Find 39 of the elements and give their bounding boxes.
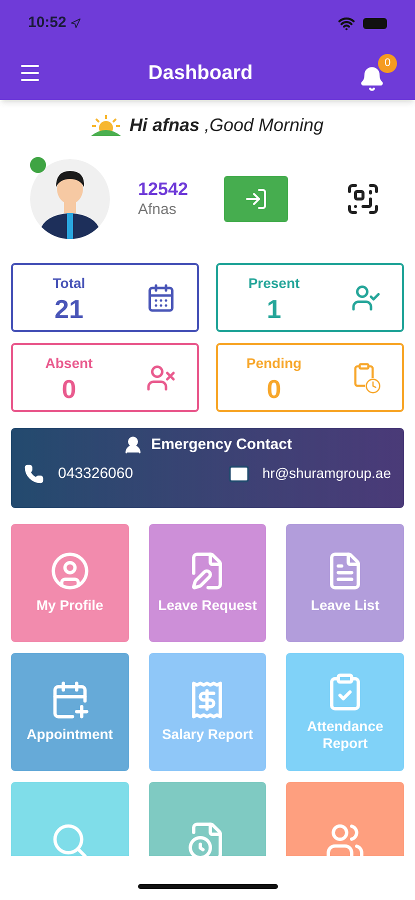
user-check-icon: [351, 282, 381, 312]
menu-tile[interactable]: Attendance Report: [286, 653, 404, 771]
user-x-icon: [146, 362, 176, 392]
battery-icon: [363, 18, 387, 29]
greeting-name: Hi afnas: [129, 114, 200, 134]
sunrise-icon: [91, 114, 122, 136]
menu-tile[interactable]: My Profile: [11, 524, 129, 642]
user-badge-icon: [50, 551, 90, 592]
stat-label: Pending: [246, 354, 302, 373]
menu-tile[interactable]: Leave List: [286, 524, 404, 642]
qr-scan-button[interactable]: [345, 181, 381, 217]
notification-count: 0: [378, 54, 397, 72]
phone-number: 043326060: [58, 464, 134, 484]
employee-id: 12542: [138, 178, 190, 201]
header-title: Dashboard: [148, 60, 253, 86]
greeting-message: ,Good Morning: [204, 114, 324, 134]
login-icon: [244, 187, 268, 211]
menu-tile[interactable]: Appointment: [11, 653, 129, 771]
stat-value: 21: [54, 296, 84, 322]
email-address: hr@shuramgroup.ae: [262, 464, 391, 484]
calendar-icon: [146, 282, 176, 312]
menu-tile[interactable]: Leave Request: [148, 524, 266, 642]
bell-icon: [359, 66, 385, 92]
status-time: 10:52: [28, 13, 66, 34]
wifi-icon: [338, 15, 355, 32]
employee-name: Afnas: [138, 200, 178, 220]
check-in-button[interactable]: [224, 176, 288, 222]
stat-label: Absent: [45, 354, 93, 373]
menu-tile[interactable]: Salary Report: [148, 653, 266, 771]
stat-label: Total: [52, 274, 86, 293]
stat-label: Present: [248, 274, 300, 293]
stat-value: 0: [62, 376, 76, 402]
stat-value: 0: [266, 376, 282, 402]
location-icon: [70, 18, 82, 29]
emergency-title: Emergency Contact: [151, 435, 292, 455]
notification-button[interactable]: 0: [359, 54, 397, 92]
contact-person-icon: [123, 435, 144, 456]
stat-value: 1: [266, 296, 282, 322]
phone-icon: [24, 464, 44, 484]
